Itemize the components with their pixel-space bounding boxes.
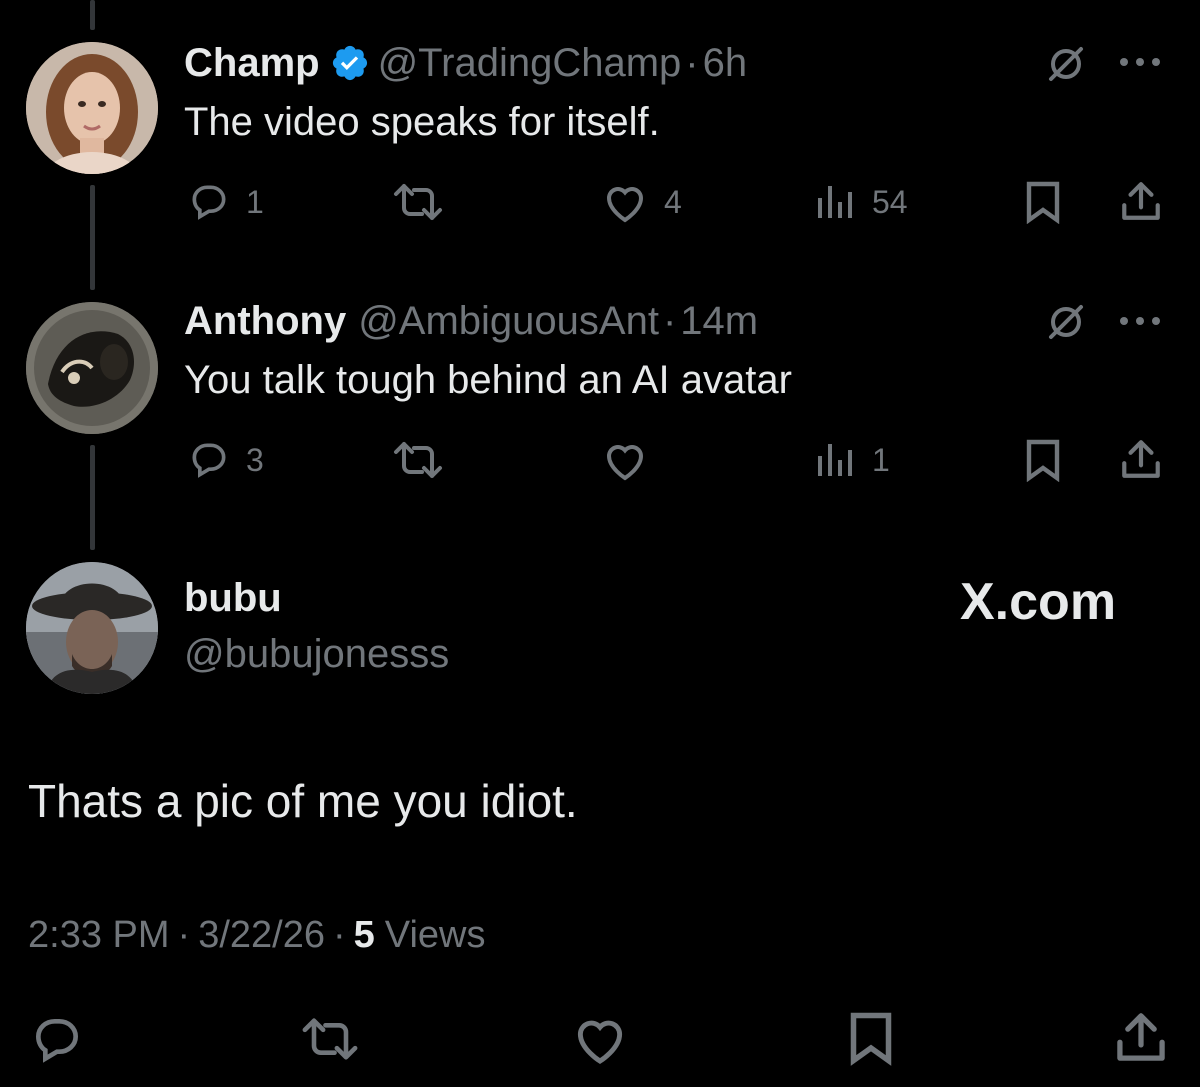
share-icon[interactable] (1112, 1008, 1170, 1066)
author-handle[interactable]: @TradingChamp (378, 41, 682, 86)
separator: · (332, 914, 346, 956)
post-time[interactable]: 2:33 PM (28, 914, 170, 957)
separator: · (685, 40, 699, 85)
avatar-image (26, 562, 158, 694)
avatar[interactable] (26, 42, 158, 174)
reply-count: 3 (246, 442, 264, 478)
views-count: 54 (872, 184, 908, 220)
views-count: 5 (353, 914, 375, 956)
like-icon[interactable] (600, 180, 650, 224)
tweet-meta: 2:33 PM · 3/22/26 · 5 Views (28, 914, 485, 957)
tweet-text: Thats a pic of me you idiot. (28, 775, 578, 827)
avatar-image (26, 302, 158, 434)
timestamp[interactable]: 14m (680, 299, 758, 344)
like-icon[interactable] (600, 438, 650, 482)
tweet-text: The video speaks for itself. (184, 100, 660, 144)
like-count: 4 (664, 184, 682, 220)
author-name[interactable]: Champ (184, 41, 320, 86)
thread-line-top (90, 0, 95, 30)
author-name[interactable]: Anthony (184, 299, 346, 344)
more-icon[interactable] (1118, 56, 1168, 68)
retweet-icon[interactable] (390, 180, 446, 224)
avatar[interactable] (26, 302, 158, 434)
more-icon[interactable] (1118, 315, 1168, 327)
tweet-header: Anthony @AmbiguousAnt · 14m (184, 296, 758, 346)
views-count: 1 (872, 442, 890, 478)
thread-line-1 (90, 185, 95, 290)
separator: · (662, 298, 677, 343)
avatar[interactable] (26, 562, 158, 694)
author-name[interactable]: bubu (184, 576, 282, 621)
post-date[interactable]: 3/22/26 (198, 914, 325, 957)
like-icon[interactable] (570, 1012, 630, 1066)
separator: · (177, 914, 191, 956)
reply-icon[interactable] (28, 1012, 86, 1068)
share-icon[interactable] (1118, 436, 1164, 482)
grok-icon[interactable] (1046, 302, 1086, 342)
views-icon[interactable] (814, 440, 854, 480)
tweet-text: You talk tough behind an AI avatar (184, 358, 792, 402)
share-icon[interactable] (1118, 178, 1164, 224)
author-handle[interactable]: @AmbiguousAnt (358, 299, 659, 344)
watermark: X.com (960, 573, 1117, 631)
bookmark-icon[interactable] (1022, 180, 1064, 224)
retweet-icon[interactable] (298, 1012, 362, 1066)
author-handle[interactable]: @bubujonesss (184, 632, 449, 677)
reply-count: 1 (246, 184, 264, 220)
verified-badge-icon (330, 43, 370, 83)
views-icon[interactable] (814, 182, 854, 222)
reply-icon[interactable] (186, 180, 232, 224)
views-label[interactable]: Views (385, 914, 486, 957)
thread-line-2 (90, 445, 95, 550)
tweet-header: Champ @TradingChamp · 6h (184, 38, 747, 88)
avatar-image (26, 42, 158, 174)
reply-icon[interactable] (186, 438, 232, 482)
bookmark-icon[interactable] (1022, 438, 1064, 482)
grok-icon[interactable] (1046, 44, 1086, 84)
bookmark-icon[interactable] (846, 1010, 896, 1066)
timestamp[interactable]: 6h (703, 41, 748, 86)
retweet-icon[interactable] (390, 438, 446, 482)
